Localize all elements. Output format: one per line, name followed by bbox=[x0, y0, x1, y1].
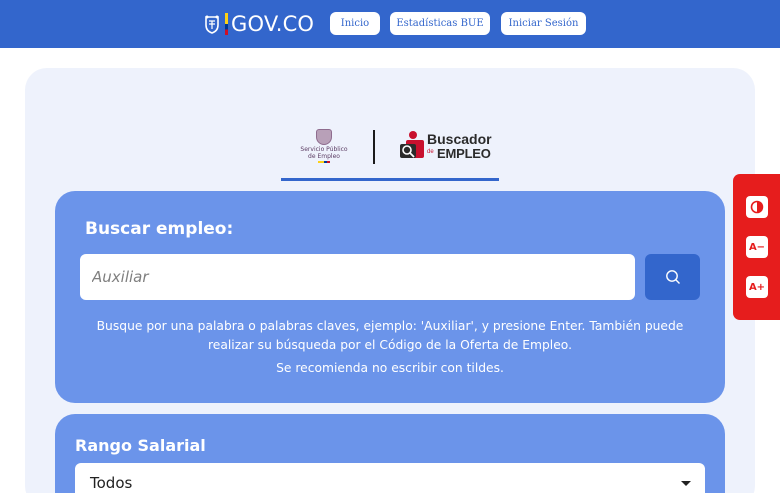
search-help-text: Busque por una palabra o palabras claves… bbox=[96, 319, 684, 352]
spe-emblem-icon bbox=[316, 129, 332, 145]
buscador-title: Buscador bbox=[427, 131, 492, 147]
servicio-publico-logo: Servicio Público de Empleo bbox=[297, 129, 351, 167]
search-panel: Buscar empleo: Busque por una palabra o … bbox=[55, 191, 725, 403]
search-title: Buscar empleo: bbox=[85, 219, 234, 239]
salary-panel: Rango Salarial Todos bbox=[55, 414, 725, 493]
spe-line2: de Empleo bbox=[308, 153, 340, 160]
decrease-font-button[interactable]: A− bbox=[746, 236, 768, 258]
salary-range-select[interactable]: Todos bbox=[75, 463, 705, 493]
search-tip-text: Se recomienda no escribir con tildes. bbox=[276, 361, 504, 375]
nav-inicio-button[interactable]: Inicio bbox=[330, 12, 380, 35]
spe-flag-stripe bbox=[318, 161, 330, 163]
contrast-button[interactable] bbox=[746, 196, 768, 218]
govco-logo[interactable]: GOV.CO bbox=[203, 11, 314, 37]
logo-underline bbox=[281, 178, 499, 181]
contrast-icon bbox=[750, 200, 764, 214]
search-input[interactable] bbox=[80, 254, 635, 300]
colombia-shield-icon bbox=[205, 15, 219, 34]
salary-title: Rango Salarial bbox=[75, 436, 206, 455]
logo-separator bbox=[373, 130, 375, 164]
search-icon bbox=[665, 270, 680, 284]
buscador-magnifier-icon bbox=[400, 131, 424, 158]
search-button[interactable] bbox=[645, 254, 700, 300]
brand-logos: Servicio Público de Empleo Buscador de E… bbox=[281, 127, 499, 181]
buscador-de: de bbox=[427, 149, 434, 155]
spe-line1: Servicio Público bbox=[300, 146, 348, 153]
colombia-flag-bar bbox=[225, 13, 228, 35]
buscador-empleo: EMPLEO bbox=[437, 146, 491, 161]
nav-login-button[interactable]: Iniciar Sesión bbox=[501, 12, 586, 35]
govco-text: GOV.CO bbox=[231, 12, 315, 36]
top-bar: GOV.CO Inicio Estadísticas BUE Iniciar S… bbox=[0, 0, 780, 48]
nav-estadisticas-button[interactable]: Estadísticas BUE bbox=[390, 12, 490, 35]
increase-font-button[interactable]: A+ bbox=[746, 276, 768, 298]
salary-selected-value: Todos bbox=[90, 474, 133, 492]
chevron-down-icon bbox=[681, 481, 691, 486]
